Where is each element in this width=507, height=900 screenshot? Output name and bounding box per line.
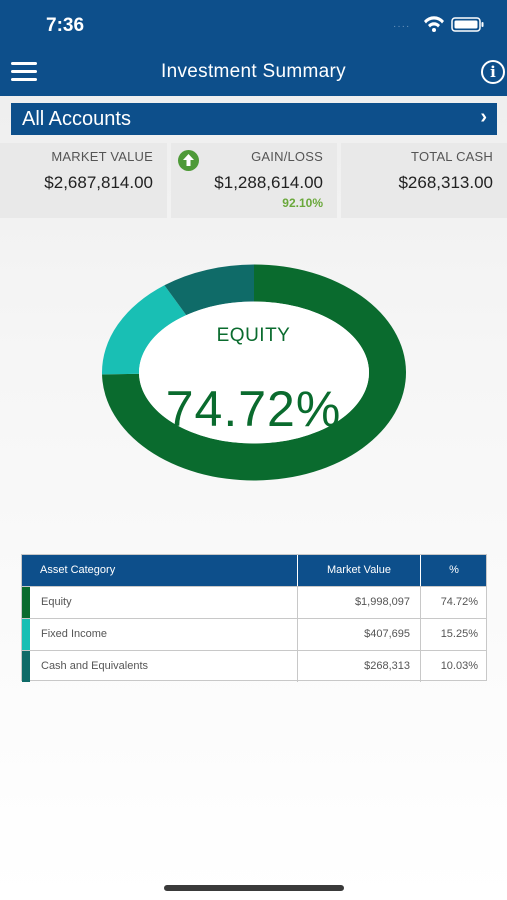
all-accounts-button[interactable]: All Accounts ›	[11, 103, 497, 135]
gain-loss-percent: 92.10%	[282, 196, 323, 210]
table-row[interactable]: Cash and Equivalents $268,313 10.03%	[22, 650, 486, 682]
total-cash-card: TOTAL CASH $268,313.00	[341, 143, 507, 218]
nav-bar: Investment Summary i	[0, 50, 507, 96]
summary-strip: MARKET VALUE $2,687,814.00 GAIN/LOSS $1,…	[0, 143, 507, 218]
info-icon[interactable]: i	[481, 60, 505, 84]
status-icons	[422, 14, 492, 39]
cash-swatch	[22, 651, 30, 682]
row-percent: 15.25%	[440, 628, 478, 640]
chevron-right-icon: ›	[480, 106, 487, 128]
wifi-icon	[424, 16, 444, 32]
total-cash-label: TOTAL CASH	[411, 149, 493, 164]
battery-icon	[451, 17, 484, 32]
cellular-signal-icon: ····	[393, 21, 411, 32]
gain-loss-card: GAIN/LOSS $1,288,614.00 92.10%	[171, 143, 337, 218]
accounts-label: All Accounts	[22, 108, 131, 130]
row-market-value: $1,998,097	[298, 587, 421, 618]
table-header: Asset Category Market Value %	[22, 555, 486, 586]
page-title: Investment Summary	[161, 61, 346, 82]
header-asset-category[interactable]: Asset Category	[22, 555, 298, 586]
equity-swatch	[22, 587, 30, 618]
total-cash-amount: $268,313.00	[398, 173, 493, 192]
table-row[interactable]: Fixed Income $407,695 15.25%	[22, 618, 486, 650]
row-market-value: $268,313	[298, 651, 421, 682]
row-percent: 74.72%	[440, 596, 478, 608]
arrow-up-circle-icon	[178, 150, 199, 171]
donut-center-label: EQUITY	[216, 325, 291, 346]
row-category: Equity	[30, 587, 298, 618]
market-value-label: MARKET VALUE	[51, 149, 153, 164]
gain-loss-label: GAIN/LOSS	[251, 149, 323, 164]
allocation-donut-chart[interactable]	[83, 245, 425, 500]
status-time: 7:36	[46, 15, 85, 36]
fixed-income-swatch	[22, 619, 30, 650]
header-market-value[interactable]: Market Value	[298, 555, 421, 586]
row-category: Cash and Equivalents	[30, 651, 298, 682]
market-value-amount: $2,687,814.00	[44, 173, 153, 192]
donut-center-value: 74.72%	[165, 381, 342, 437]
row-category: Fixed Income	[30, 619, 298, 650]
asset-allocation-table: Asset Category Market Value % Equity $1,…	[21, 554, 487, 682]
table-row[interactable]: Equity $1,998,097 74.72%	[22, 586, 486, 618]
status-bar: 7:36 ····	[0, 0, 507, 50]
row-market-value: $407,695	[298, 619, 421, 650]
market-value-card: MARKET VALUE $2,687,814.00	[0, 143, 167, 218]
home-indicator	[164, 885, 344, 891]
header-percent[interactable]: %	[422, 555, 486, 586]
gain-loss-amount: $1,288,614.00	[214, 173, 323, 192]
row-percent: 10.03%	[440, 660, 478, 672]
